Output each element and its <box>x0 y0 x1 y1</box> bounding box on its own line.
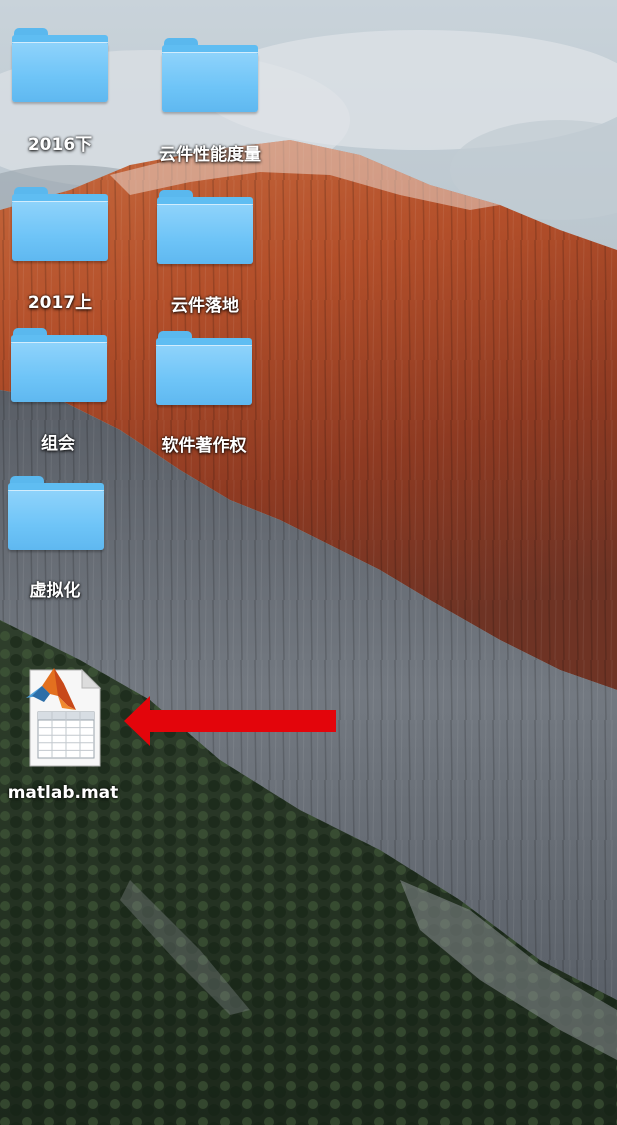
folder-label: 云件性能度量 <box>159 145 261 165</box>
folder-label: 软件著作权 <box>161 436 247 456</box>
desktop-folder-2016[interactable]: 2016下 <box>0 28 135 158</box>
folder-icon <box>11 328 107 404</box>
desktop-folder-software-copyright[interactable]: 软件著作权 <box>129 331 279 461</box>
folder-label: 组会 <box>41 434 75 454</box>
desktop-folder-2017[interactable]: 2017上 <box>0 187 135 317</box>
folder-icon <box>156 331 252 407</box>
desktop-folder-group-meeting[interactable]: 组会 <box>0 328 133 458</box>
desktop-folder-cloud-landing[interactable]: 云件落地 <box>130 190 280 320</box>
desktop-file-matlab-mat[interactable]: matlab.mat <box>0 666 138 806</box>
folder-icon <box>8 476 104 552</box>
folder-icon <box>12 28 108 104</box>
desktop: 2016下 云件性能度量 2017上 云件落地 组会 软件著作权 虚拟化 mat… <box>0 0 617 1125</box>
folder-icon <box>12 187 108 263</box>
folder-icon <box>157 190 253 266</box>
desktop-folder-cloud-performance[interactable]: 云件性能度量 <box>135 38 285 168</box>
red-arrow-icon <box>124 696 336 746</box>
desktop-folder-virtualization[interactable]: 虚拟化 <box>0 476 130 606</box>
folder-label: 2016下 <box>27 135 93 155</box>
folder-label: 云件落地 <box>171 296 239 316</box>
folder-icon <box>162 38 258 114</box>
folder-label: 2017上 <box>27 293 93 313</box>
file-label: matlab.mat <box>7 783 119 803</box>
matlab-file-icon <box>26 668 102 767</box>
folder-label: 虚拟化 <box>29 581 81 601</box>
